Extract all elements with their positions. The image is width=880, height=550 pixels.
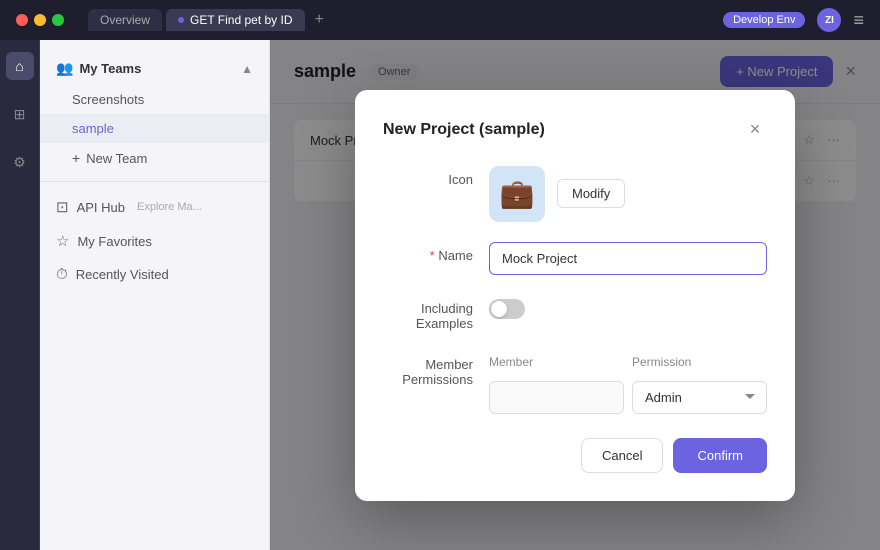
modal-title: New Project (sample): [383, 121, 545, 139]
name-form-row: Name: [383, 242, 767, 275]
sidebar-item-sample[interactable]: sample: [40, 114, 269, 143]
examples-label: Including Examples: [383, 295, 473, 331]
header-right: Develop Env ZI ≡: [723, 8, 864, 32]
tab-get-find-pet[interactable]: GET Find pet by ID: [166, 9, 305, 31]
sidebar-item-new-team[interactable]: + New Team: [40, 143, 269, 173]
permissions-control: Member Permission Admin Editor Viewer: [489, 351, 767, 414]
recently-visited-icon: ⏱: [56, 266, 68, 283]
api-hub-label: API Hub: [77, 200, 125, 215]
permissions-grid: Member Permission Admin Editor Viewer: [489, 351, 767, 414]
modal-header: New Project (sample) ×: [383, 118, 767, 142]
teams-icon: 👥: [56, 60, 73, 77]
modify-icon-button[interactable]: Modify: [557, 179, 625, 208]
avatar[interactable]: ZI: [817, 8, 841, 32]
sample-label: sample: [72, 121, 114, 136]
sidebar-nav-recently-visited[interactable]: ⏱ Recently Visited: [40, 258, 269, 291]
title-bar: Overview GET Find pet by ID + Develop En…: [0, 0, 880, 40]
traffic-lights: [16, 14, 64, 26]
name-input[interactable]: [489, 242, 767, 275]
close-button[interactable]: [16, 14, 28, 26]
icon-control: 💼 Modify: [489, 166, 767, 222]
tab-overview[interactable]: Overview: [88, 9, 162, 31]
permission-header: Permission: [632, 351, 767, 373]
recently-visited-label: Recently Visited: [76, 267, 169, 282]
sidebar: 👥 My Teams ▲ Screenshots sample + New Te…: [40, 40, 270, 550]
env-badge[interactable]: Develop Env: [723, 12, 805, 28]
examples-form-row: Including Examples: [383, 295, 767, 331]
modal-dialog: New Project (sample) × Icon 💼 Modify: [355, 90, 795, 501]
strip-settings-icon[interactable]: ⚙: [6, 148, 34, 176]
tab-get-find-pet-label: GET Find pet by ID: [190, 13, 293, 27]
strip-grid-icon[interactable]: ⊞: [6, 100, 34, 128]
modal-overlay: New Project (sample) × Icon 💼 Modify: [270, 40, 880, 550]
sidebar-item-screenshots[interactable]: Screenshots: [40, 85, 269, 114]
main-layout: ⌂ ⊞ ⚙ 👥 My Teams ▲ Screenshots sample + …: [0, 40, 880, 550]
permissions-form-row: Member Permissions Member Permission Adm…: [383, 351, 767, 414]
name-control: [489, 242, 767, 275]
my-teams-header[interactable]: 👥 My Teams ▲: [40, 52, 269, 85]
icon-strip: ⌂ ⊞ ⚙: [0, 40, 40, 550]
divider: [40, 181, 269, 182]
minimize-button[interactable]: [34, 14, 46, 26]
examples-control: [489, 295, 767, 319]
permission-select[interactable]: Admin Editor Viewer: [632, 381, 767, 414]
icon-preview: 💼: [489, 166, 545, 222]
tab-bar: Overview GET Find pet by ID +: [88, 9, 715, 31]
icon-display: 💼 Modify: [489, 166, 767, 222]
maximize-button[interactable]: [52, 14, 64, 26]
chevron-up-icon: ▲: [241, 62, 253, 76]
my-teams-label: My Teams: [79, 61, 141, 76]
tab-overview-label: Overview: [100, 13, 150, 27]
favorites-label: My Favorites: [77, 234, 151, 249]
modal-footer: Cancel Confirm: [383, 438, 767, 473]
screenshots-label: Screenshots: [72, 92, 144, 107]
sidebar-nav-favorites[interactable]: ☆ My Favorites: [40, 224, 269, 258]
favorites-icon: ☆: [56, 232, 69, 250]
strip-home-icon[interactable]: ⌂: [6, 52, 34, 80]
member-header: Member: [489, 351, 624, 373]
examples-toggle[interactable]: [489, 299, 525, 319]
toggle-container: [489, 295, 767, 319]
modal-close-button[interactable]: ×: [743, 118, 767, 142]
api-hub-icon: ⊡: [56, 198, 69, 216]
new-team-label: New Team: [86, 151, 147, 166]
api-hub-sublabel: Explore Ma...: [137, 201, 202, 213]
confirm-button[interactable]: Confirm: [673, 438, 767, 473]
icon-emoji: 💼: [500, 177, 535, 210]
icon-label: Icon: [383, 166, 473, 187]
sidebar-nav-api-hub[interactable]: ⊡ API Hub Explore Ma...: [40, 190, 269, 224]
content-area: sample Owner + New Project × Mock Projec…: [270, 40, 880, 550]
tab-active-dot: [178, 17, 184, 23]
menu-icon[interactable]: ≡: [853, 10, 864, 31]
name-label: Name: [383, 242, 473, 263]
icon-form-row: Icon 💼 Modify: [383, 166, 767, 222]
add-tab-button[interactable]: +: [309, 11, 330, 29]
permissions-label: Member Permissions: [383, 351, 473, 387]
member-input[interactable]: [489, 381, 624, 414]
cancel-button[interactable]: Cancel: [581, 438, 663, 473]
plus-icon: +: [72, 150, 80, 166]
